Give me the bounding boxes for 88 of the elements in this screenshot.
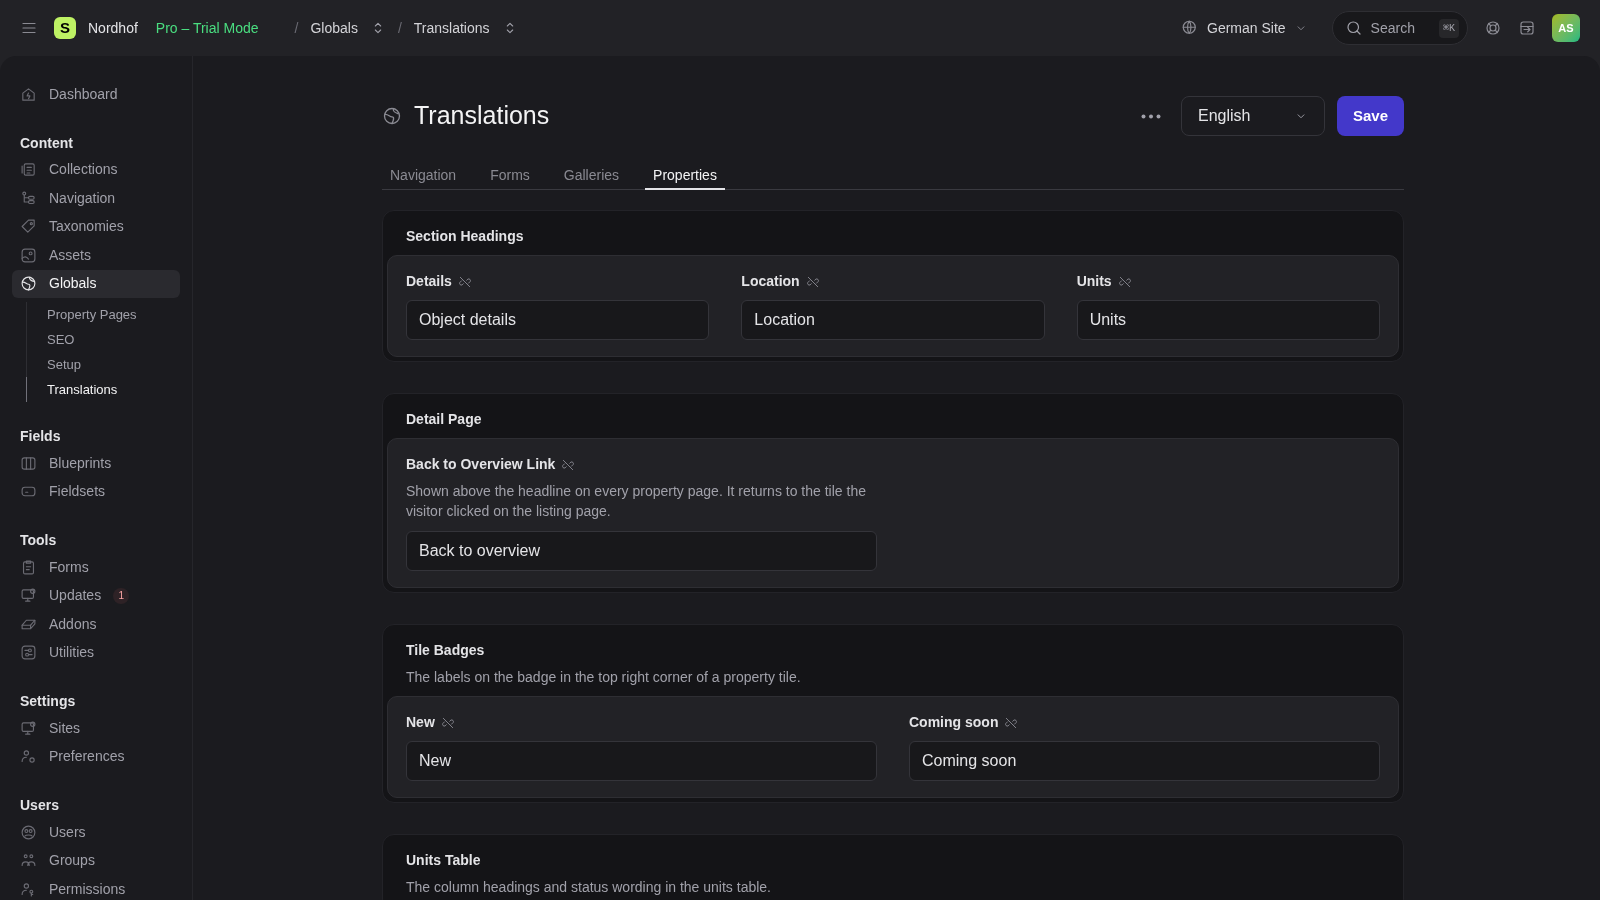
unlinked-icon — [805, 274, 820, 289]
sidebar-item[interactable]: Utilities — [12, 638, 180, 667]
tab[interactable]: Properties — [645, 162, 725, 190]
unlinked-icon — [440, 715, 455, 730]
text-field[interactable]: Back to overview — [406, 531, 877, 571]
field-label: Back to Overview Link — [406, 455, 556, 474]
section-description: The column headings and status wording in the units table. — [406, 878, 772, 897]
globe-icon — [1181, 19, 1199, 37]
page-title: Translations — [414, 100, 550, 132]
tab[interactable]: Galleries — [555, 162, 628, 190]
tab[interactable]: Navigation — [382, 162, 465, 190]
sidebar-item[interactable]: Taxonomies — [12, 212, 180, 241]
section-heading: Settings — [19, 692, 77, 711]
monitor-icon — [20, 587, 37, 605]
sidebar-item[interactable]: Preferences — [12, 742, 180, 771]
sidebar-item[interactable]: Updates 1 — [12, 581, 180, 610]
image-icon — [20, 246, 37, 264]
sidebar-subitem[interactable]: SEO — [26, 327, 180, 352]
section-title: Section Headings — [406, 227, 525, 246]
logo[interactable]: S — [54, 17, 76, 39]
shortcut-key: ⌘K — [1438, 18, 1459, 38]
field-label: New — [406, 713, 435, 732]
sliders-icon — [20, 644, 37, 662]
more-icon — [1140, 113, 1161, 119]
sidebar-subitem[interactable]: Property Pages — [26, 302, 180, 327]
breadcrumb-button[interactable]: Globals — [310, 17, 386, 39]
sidebar-subitem[interactable]: Translations — [26, 377, 180, 402]
sidebar-subitem[interactable]: Setup — [26, 352, 180, 377]
section-title: Tile Badges — [406, 641, 486, 660]
unlinked-icon — [457, 274, 472, 289]
text-field[interactable]: Coming soon — [909, 741, 1380, 781]
monitor-icon — [20, 719, 37, 737]
list-icon — [20, 161, 37, 179]
unlinked-icon — [1004, 715, 1019, 730]
map-icon — [20, 454, 37, 472]
count-badge: 1 — [113, 587, 130, 604]
plan-link[interactable]: Pro – Trial Mode — [155, 17, 259, 39]
field-description: Shown above the headline on every property page. It returns to the tile the visitor clicked on the listing page. — [406, 482, 867, 521]
clipboard-icon — [20, 558, 37, 576]
sidebar-item[interactable]: Forms — [12, 553, 180, 582]
house-icon — [20, 85, 37, 103]
section-heading: Fields — [19, 427, 62, 446]
section-heading: Tools — [19, 531, 58, 550]
breadcrumb-separator: / — [294, 18, 299, 38]
tree-icon — [20, 189, 37, 207]
sidebar-item[interactable]: Globals — [12, 269, 180, 298]
person-gear-icon — [20, 748, 37, 766]
section-title: Detail Page — [406, 410, 483, 429]
sidebar-item[interactable]: Collections — [12, 155, 180, 184]
section-description: The labels on the badge in the top right corner of a property tile. — [406, 668, 802, 687]
text-field[interactable]: New — [406, 741, 877, 781]
tag-icon — [20, 218, 37, 236]
search-button[interactable]: Search ⌘K — [1331, 11, 1468, 45]
field-label: Details — [406, 272, 452, 291]
sign-in-icon — [1518, 19, 1536, 37]
site-selector[interactable]: German Site — [1181, 17, 1308, 39]
brand-name: Nordhof — [88, 18, 138, 38]
sidebar-item[interactable]: Users — [12, 818, 180, 847]
sidebar-item[interactable]: Sites — [12, 714, 180, 743]
field-label: Location — [741, 272, 800, 291]
sidebar-item[interactable]: Dashboard — [12, 80, 180, 109]
globe-icon — [382, 106, 402, 126]
lifebuoy-icon — [1484, 19, 1502, 37]
text-field[interactable]: Object details — [406, 300, 710, 340]
sidebar-item[interactable]: Addons — [12, 610, 180, 639]
globe-icon — [20, 275, 37, 293]
section-heading: Content — [19, 133, 74, 153]
search-icon — [1344, 19, 1363, 37]
breadcrumb-button[interactable]: Translations — [413, 17, 518, 39]
text-field[interactable]: Units — [1076, 300, 1380, 340]
text-field[interactable]: Location — [741, 300, 1045, 340]
unlinked-icon — [561, 457, 576, 472]
sidebar-item[interactable]: Blueprints — [12, 449, 180, 478]
language-select[interactable]: English — [1180, 96, 1325, 136]
more-button[interactable] — [1140, 113, 1161, 119]
sidebar-item[interactable]: Assets — [12, 241, 180, 270]
sidebar-item[interactable]: Permissions — [12, 875, 180, 900]
sidebar-item[interactable]: Fieldsets — [12, 477, 180, 506]
save-button[interactable]: Save — [1336, 96, 1404, 136]
section-title: Units Table — [406, 851, 482, 870]
section-heading: Users — [19, 796, 60, 815]
sidebar-item[interactable]: Navigation — [12, 184, 180, 213]
sidebar-item[interactable]: Groups — [12, 846, 180, 875]
unlinked-icon — [1117, 274, 1132, 289]
breadcrumb-separator: / — [397, 18, 402, 38]
field-label: Units — [1076, 272, 1112, 291]
field-label: Coming soon — [909, 713, 999, 732]
tab[interactable]: Forms — [482, 162, 538, 190]
